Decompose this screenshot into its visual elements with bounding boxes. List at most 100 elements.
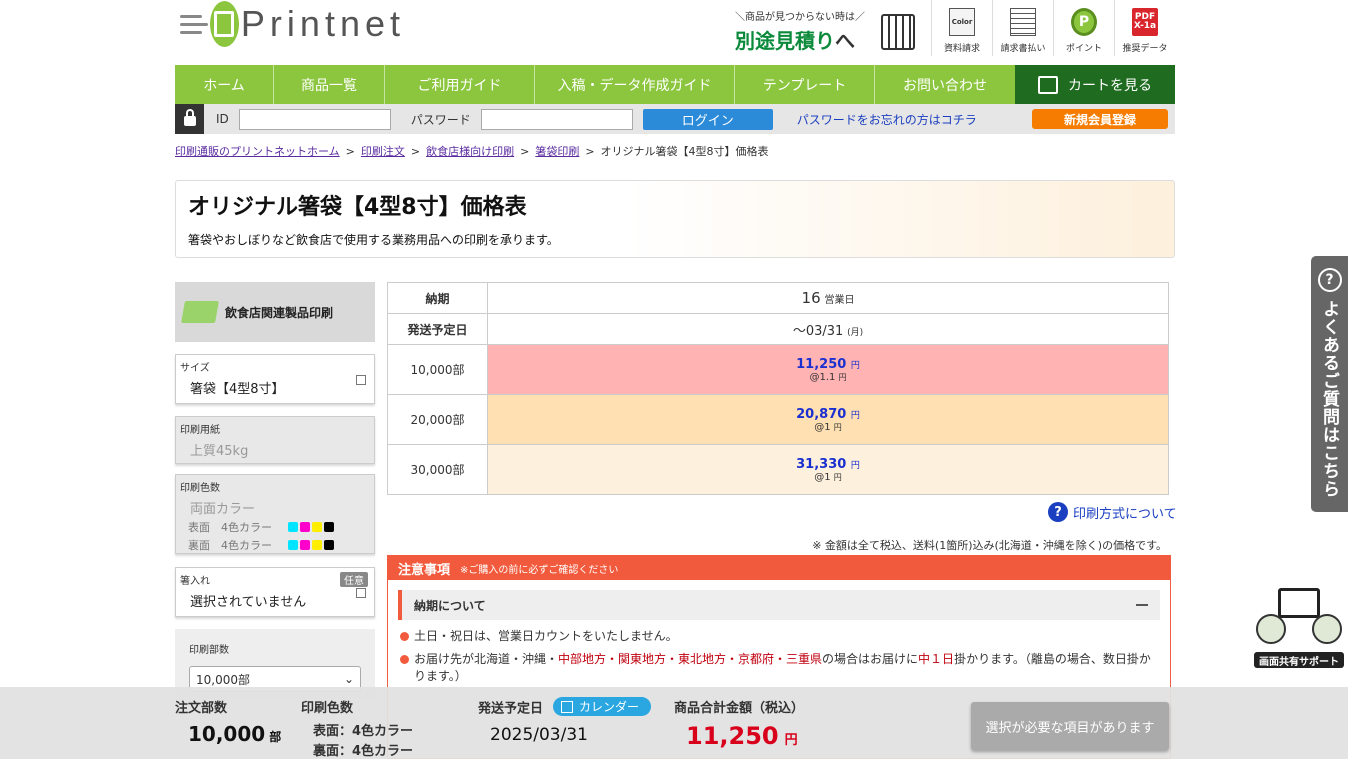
paper-option: 印刷用紙 上質45kg <box>175 416 375 464</box>
logo-speed-lines <box>180 14 208 34</box>
chevron-down-icon: ⌄ <box>343 672 354 686</box>
point-icon: P <box>1071 8 1097 36</box>
id-label: ID <box>216 112 229 126</box>
forgot-password-link[interactable]: パスワードをお忘れの方はコチラ <box>797 111 977 128</box>
password-label: パスワード <box>410 112 471 127</box>
external-link-icon <box>356 375 366 385</box>
calendar-icon <box>561 700 574 713</box>
question-icon: ? <box>1317 268 1342 292</box>
paper-value: 上質45kg <box>190 444 249 459</box>
register-button[interactable]: 新規会員登録 <box>1032 109 1168 129</box>
page-description: 箸袋やおしぼりなど飲食店で使用する業務用品への印刷を承ります。 <box>188 233 559 247</box>
brochure-request-link[interactable]: Color 資料請求 <box>931 0 992 56</box>
size-value: 箸袋【4型8寸】 <box>190 382 285 397</box>
nav-home[interactable]: ホーム <box>175 65 274 104</box>
submit-order-button[interactable]: 選択が必要な項目があります <box>971 702 1169 750</box>
login-button[interactable]: ログイン <box>642 108 773 130</box>
back-color-row: 裏面 4色カラー <box>188 537 370 553</box>
caution-header: 注意事項 ※ご購入の前に必ずご確認ください <box>388 556 1170 580</box>
password-input[interactable] <box>480 108 633 130</box>
note-item: 土日・祝日は、営業日カウントをいたしません。 <box>398 628 1160 645</box>
total-summary: 商品合計金額（税込） 11,250 円 <box>674 701 805 750</box>
nav-contact[interactable]: お問い合わせ <box>875 65 1015 104</box>
ship-date-label: 発送予定日 <box>387 313 488 345</box>
chopstick-insert-option[interactable]: 箸入れ 任意 選択されていません <box>175 567 375 617</box>
delivery-row: 納期 16 営業日 <box>387 282 1169 314</box>
nav-data-guide[interactable]: 入稿・データ作成ガイド <box>535 65 735 104</box>
calendar-button[interactable]: カレンダー <box>553 697 652 716</box>
utility-links: Color 資料請求 請求書払い P ポイント PDF X-1a 推奨データ <box>931 0 1175 56</box>
print-method-link[interactable]: ? 印刷方式について <box>1048 502 1177 522</box>
color-option: 印刷色数 両面カラー 表面 4色カラー 裏面 4色カラー <box>175 474 375 554</box>
invoice-icon <box>1010 8 1036 36</box>
delivery-value: 16 営業日 <box>487 282 1169 314</box>
breadcrumb-chopstick-bag[interactable]: 箸袋印刷 <box>535 145 579 158</box>
invoice-payment-link[interactable]: 請求書払い <box>992 0 1053 56</box>
operator-icon <box>1256 614 1286 644</box>
nav-products[interactable]: 商品一覧 <box>274 65 385 104</box>
price-row: 20,000部 20,870 円 @1 円 <box>387 394 1169 445</box>
page-title: オリジナル箸袋【4型8寸】価格表 <box>188 195 527 220</box>
ship-date-row: 発送予定日 〜03/31 (月) <box>387 313 1169 345</box>
pdf-icon: PDF X-1a <box>1132 8 1158 36</box>
printnet-logo[interactable]: Printnet <box>180 0 405 48</box>
price-table: 納期 16 営業日 発送予定日 〜03/31 (月) 10,000部 11,25… <box>387 282 1169 495</box>
delivery-label: 納期 <box>387 282 488 314</box>
external-link-icon <box>356 588 366 598</box>
cmyk-swatches <box>288 522 334 532</box>
price-note: ※ 金額は全て税込、送料(1箇所)込み(北海道・沖縄を除く)の価格です。 <box>812 539 1167 552</box>
separate-estimate-banner[interactable]: ＼商品が見つからない時は／ 別途見積りへ <box>735 8 915 56</box>
screen-share-support[interactable]: 画面共有サポート <box>1254 586 1344 668</box>
site-header: Printnet ＼商品が見つからない時は／ 別途見積りへ Color 資料請求… <box>175 0 1175 65</box>
logo-text: Printnet <box>240 3 405 44</box>
coupon-icon <box>181 301 219 323</box>
recommended-data-link[interactable]: PDF X-1a 推奨データ <box>1114 0 1175 56</box>
colors-summary: 印刷色数 表面：4色カラー 裏面：4色カラー <box>301 701 414 759</box>
lock-icon <box>175 104 204 134</box>
order-qty-summary: 注文部数 10,000 部 <box>175 701 282 746</box>
monitor-icon <box>1278 588 1320 618</box>
id-input[interactable] <box>238 108 391 130</box>
calculator-icon <box>881 14 915 50</box>
optional-badge: 任意 <box>340 572 368 587</box>
quantity-cell: 30,000部 <box>387 444 488 495</box>
cart-icon <box>1038 75 1058 94</box>
price-row: 10,000部 11,250 円 @1.1 円 <box>387 344 1169 395</box>
price-cell[interactable]: 31,330 円 @1 円 <box>487 444 1169 495</box>
price-cell[interactable]: 11,250 円 @1.1 円 <box>487 344 1169 395</box>
breadcrumb-restaurant[interactable]: 飲食店様向け印刷 <box>426 145 514 158</box>
size-option[interactable]: サイズ 箸袋【4型8寸】 <box>175 354 375 404</box>
page-title-box: オリジナル箸袋【4型8寸】価格表 箸袋やおしぼりなど飲食店で使用する業務用品への… <box>175 180 1175 258</box>
logo-mark-icon <box>210 1 239 47</box>
question-icon: ? <box>1048 502 1068 522</box>
breadcrumb-home[interactable]: 印刷通販のプリントネットホーム <box>175 145 340 158</box>
options-sidebar: 飲食店関連製品印刷 サイズ 箸袋【4型8寸】 印刷用紙 上質45kg 印刷色数 … <box>175 282 375 699</box>
nav-guide[interactable]: ご利用ガイド <box>385 65 535 104</box>
view-cart-button[interactable]: カートを見る <box>1015 65 1175 104</box>
point-link[interactable]: P ポイント <box>1053 0 1114 56</box>
category-header: 飲食店関連製品印刷 <box>175 282 375 342</box>
operator-icon <box>1312 614 1342 644</box>
ship-date-value: 〜03/31 (月) <box>487 313 1169 345</box>
insert-value: 選択されていません <box>190 595 307 610</box>
quantity-cell: 20,000部 <box>387 394 488 445</box>
nav-template[interactable]: テンプレート <box>735 65 875 104</box>
breadcrumb-current: オリジナル箸袋【4型8寸】価格表 <box>600 145 769 158</box>
delivery-notes: 土日・祝日は、営業日カウントをいたしません。 お届け先が北海道・沖縄・中部地方・… <box>398 628 1160 685</box>
front-color-row: 表面 4色カラー <box>188 519 370 535</box>
login-bar: ID パスワード ログイン パスワードをお忘れの方はコチラ 新規会員登録 <box>175 104 1175 134</box>
main-nav: ホーム 商品一覧 ご利用ガイド 入稿・データ作成ガイド テンプレート お問い合わ… <box>175 65 1175 104</box>
ship-date-summary: 発送予定日 カレンダー 2025/03/31 <box>478 697 652 745</box>
collapse-icon <box>1136 604 1148 606</box>
breadcrumb-print-order[interactable]: 印刷注文 <box>361 145 405 158</box>
cmyk-swatches <box>288 540 334 550</box>
price-cell[interactable]: 20,870 円 @1 円 <box>487 394 1169 445</box>
price-row: 30,000部 31,330 円 @1 円 <box>387 444 1169 495</box>
breadcrumb: 印刷通販のプリントネットホーム > 印刷注文 > 飲食店様向け印刷 > 箸袋印刷 > オリジナル… <box>175 145 769 158</box>
brochure-icon: Color <box>949 8 975 36</box>
order-summary-bar: 注文部数 10,000 部 印刷色数 表面：4色カラー 裏面：4色カラー 発送予定… <box>0 687 1348 759</box>
note-item: お届け先が北海道・沖縄・中部地方・関東地方・東北地方・京都府・三重県の場合はお届… <box>398 651 1160 685</box>
quantity-cell: 10,000部 <box>387 344 488 395</box>
delivery-section-toggle[interactable]: 納期について <box>398 590 1160 620</box>
faq-tab[interactable]: ? よくあるご質問はこちら <box>1311 256 1348 512</box>
